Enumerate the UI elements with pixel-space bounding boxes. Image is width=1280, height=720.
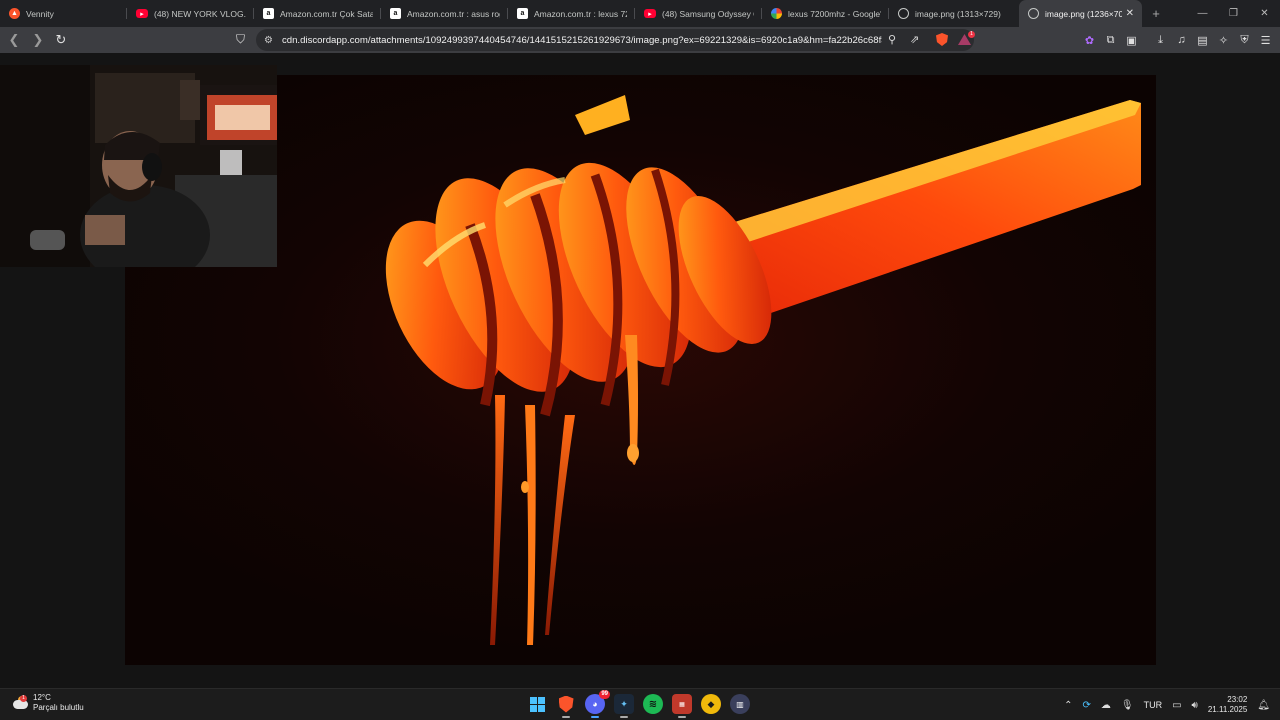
taskbar-discord[interactable]: ◕ 99	[585, 690, 610, 718]
amazon-icon: a	[390, 8, 401, 19]
amazon-icon: a	[517, 8, 528, 19]
share-icon[interactable]: ⇗	[910, 33, 919, 46]
notification-icon[interactable]: 🔔︎	[1257, 700, 1270, 711]
taskbar-news[interactable]: ▦	[672, 694, 692, 718]
discord-badge: 99	[599, 690, 610, 699]
youtube-icon: ▸	[644, 9, 656, 18]
clock-date: 21.11.2025	[1207, 705, 1248, 714]
discord-icon: ◕	[592, 699, 598, 709]
menu-icon[interactable]: ☰	[1257, 31, 1274, 49]
leo-ai-icon[interactable]: ✿	[1081, 31, 1098, 49]
image-viewer	[0, 53, 1280, 688]
tab-google-lexus[interactable]: lexus 7200mhz - Google'd	[762, 0, 889, 27]
taskbar-apps: ◕ 99 ✦ ≋ ▦ ◆ ▥	[527, 690, 750, 718]
chevron-up-icon[interactable]: ⌃	[1064, 700, 1072, 711]
speaker-icon[interactable]: 🔊︎	[1192, 700, 1198, 711]
brave-shields-icon[interactable]	[936, 33, 948, 46]
app-icon: ▥	[736, 699, 744, 709]
google-icon	[771, 8, 782, 19]
vpn-shield-icon[interactable]: ⛨	[1236, 31, 1253, 49]
taskbar-app-4[interactable]: ✦	[614, 694, 634, 718]
honey-dipper-graphic	[385, 95, 1141, 645]
screenshot-icon[interactable]: ▣	[1123, 31, 1140, 49]
tab-youtube-newyork[interactable]: ▸ (48) NEW YORK VLOG. - Yo	[127, 0, 254, 27]
url-text[interactable]: cdn.discordapp.com/attachments/109249939…	[282, 35, 882, 46]
youtube-icon: ▸	[136, 9, 148, 18]
news-icon: ▦	[679, 701, 685, 708]
zoom-icon[interactable]: ⚲	[888, 33, 896, 46]
tab-title: Amazon.com.tr : asus rog	[407, 8, 500, 19]
weather-badge: 1	[20, 695, 27, 702]
tab-youtube-samsung[interactable]: ▸ (48) Samsung Odyssey OL	[635, 0, 762, 27]
language-indicator[interactable]: TUR	[1144, 700, 1163, 710]
wallet-icon[interactable]: ▤	[1194, 31, 1211, 49]
reload-icon[interactable]: ↻	[51, 30, 71, 50]
weather-widget[interactable]: 1 12°C Parçalı bulutlu	[12, 693, 84, 713]
start-button[interactable]	[527, 694, 547, 714]
tab-amazon-bestsellers[interactable]: a Amazon.com.tr Çok Satanl	[254, 0, 381, 27]
browser-toolbar: ❮ ❯ ↻ ⛉ ⚙ cdn.discordapp.com/attachments…	[0, 27, 1280, 53]
streamer-webcam-image	[0, 65, 277, 267]
weather-icon: 1	[12, 695, 28, 710]
globe-icon	[898, 8, 909, 19]
honey-dipper-image[interactable]	[125, 75, 1156, 665]
tab-strip: ▲ Vennity ▸ (48) NEW YORK VLOG. - Yo a A…	[0, 0, 1280, 27]
tab-amazon-lexus[interactable]: a Amazon.com.tr : lexus 720	[508, 0, 635, 27]
new-tab-button[interactable]: +	[1142, 6, 1170, 21]
brave-icon: ▲	[9, 8, 20, 19]
site-info-icon[interactable]: ⚙	[264, 35, 273, 46]
weather-temp: 12°C	[33, 693, 51, 702]
close-tab-icon[interactable]: ✕	[1126, 8, 1134, 19]
microphone-icon[interactable]: 🎙︎	[1121, 700, 1134, 711]
binance-icon: ◆	[707, 698, 715, 709]
app-icon: ✦	[620, 698, 628, 709]
tab-title: (48) NEW YORK VLOG. - Yo	[154, 8, 246, 19]
close-window-icon[interactable]: ✕	[1249, 0, 1280, 27]
weather-desc: Parçalı bulutlu	[33, 703, 84, 712]
tab-title: Vennity	[26, 8, 54, 19]
tab-title: lexus 7200mhz - Google'd	[788, 8, 881, 19]
taskbar-brave[interactable]	[556, 694, 576, 718]
taskbar-app-8[interactable]: ▥	[730, 694, 750, 714]
bookmark-icon[interactable]: ⛉	[236, 32, 245, 47]
system-tray: ⌃ ⟳ ☁ 🎙︎ TUR ▭ 🔊︎ 23:02 21.11.2025 🔔︎	[1064, 689, 1270, 720]
tab-image-1313[interactable]: image.png (1313×729)	[889, 0, 1016, 27]
tab-title: (48) Samsung Odyssey OL	[662, 8, 754, 19]
windows-icon	[529, 696, 545, 712]
tab-title: Amazon.com.tr Çok Satanl	[280, 8, 373, 19]
spotify-icon: ≋	[648, 698, 658, 710]
window-controls: — ❐ ✕	[1187, 0, 1280, 27]
toolbar-right: ✿ ⧉ ▣ ⤓ ♫ ▤ ✧ ⛨ ☰	[1081, 31, 1274, 49]
forward-icon[interactable]: ❯	[28, 30, 48, 50]
clock-time: 23:02	[1227, 695, 1248, 704]
taskbar-binance[interactable]: ◆	[701, 694, 721, 714]
address-bar[interactable]: ⚙ cdn.discordapp.com/attachments/1092499…	[256, 29, 975, 51]
download-icon[interactable]: ⤓	[1152, 31, 1169, 49]
restore-icon[interactable]: ❐	[1218, 0, 1249, 27]
tab-amazon-asus[interactable]: a Amazon.com.tr : asus rog	[381, 0, 508, 27]
webcam-overlay	[0, 65, 277, 267]
amazon-icon: a	[263, 8, 274, 19]
globe-icon	[1028, 8, 1039, 19]
brave-icon	[558, 695, 574, 713]
network-icon[interactable]: ▭	[1172, 700, 1181, 711]
sync-icon[interactable]: ⟳	[1082, 700, 1090, 711]
extensions-icon[interactable]: ⧉	[1102, 31, 1119, 49]
tab-title: image.png (1313×729)	[915, 8, 1001, 19]
taskbar-spotify[interactable]: ≋	[643, 694, 663, 714]
media-icon[interactable]: ♫	[1173, 31, 1190, 49]
tab-title: Amazon.com.tr : lexus 720	[534, 8, 627, 19]
clock[interactable]: 23:02 21.11.2025	[1208, 695, 1247, 715]
brave-rewards-icon[interactable]: 1	[958, 31, 975, 45]
tab-title: image.png (1236×70	[1045, 8, 1122, 19]
windows-taskbar: 1 12°C Parçalı bulutlu ◕ 99 ✦ ≋ ▦ ◆ ▥ ⌃ …	[0, 688, 1280, 720]
cloud-icon[interactable]: ☁	[1101, 700, 1111, 711]
tab-vennity[interactable]: ▲ Vennity	[0, 0, 127, 27]
ai-sparkle-icon[interactable]: ✧	[1215, 31, 1232, 49]
rewards-badge: 1	[968, 31, 975, 38]
minimize-icon[interactable]: —	[1187, 0, 1218, 27]
tab-image-1236[interactable]: image.png (1236×70 ✕	[1019, 0, 1142, 27]
back-icon[interactable]: ❮	[4, 30, 24, 50]
